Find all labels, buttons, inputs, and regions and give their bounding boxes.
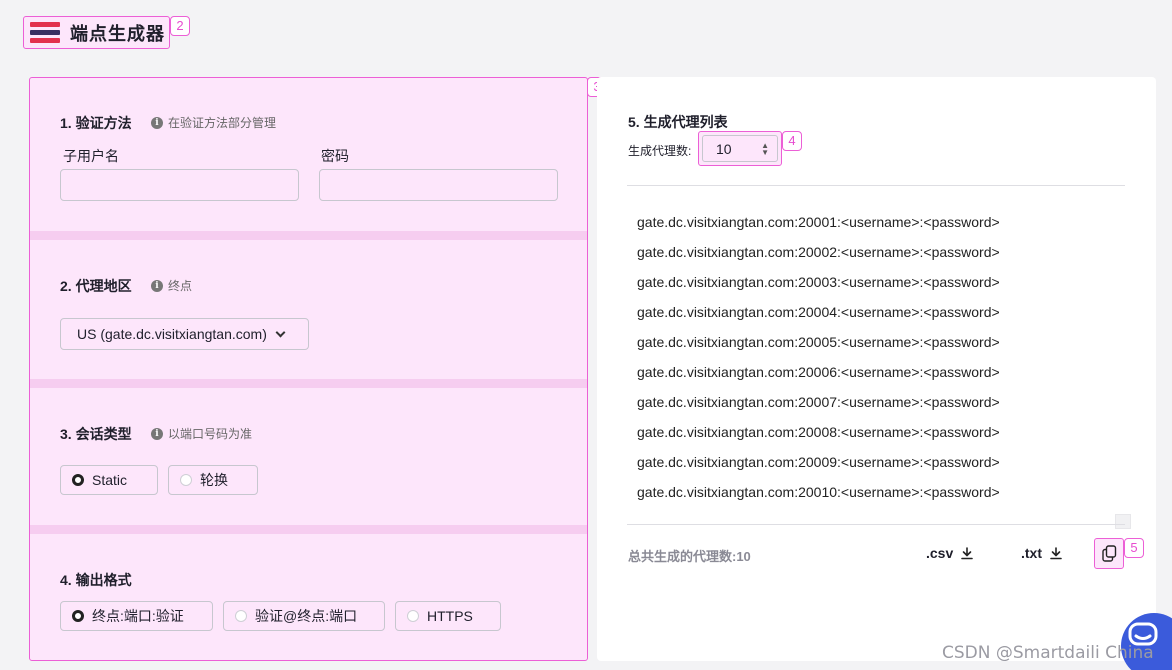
session-option-static[interactable]: Static (60, 465, 158, 495)
proxy-list-item: gate.dc.visitxiangtan.com:20006:<usernam… (637, 364, 1000, 380)
username-input[interactable] (60, 169, 299, 201)
total-proxies-label: 总共生成的代理数:10 (628, 549, 751, 564)
session-hint-text: 以端口号码为准 (168, 427, 253, 441)
session-option-rotating[interactable]: 轮换 (168, 465, 258, 495)
proxy-list-item: gate.dc.visitxiangtan.com:20008:<usernam… (637, 424, 1000, 440)
proxy-list-panel: 5. 生成代理列表 生成代理数: 10 ▲ ▼ 4 gate.dc.visitxi… (597, 77, 1156, 661)
session-option-label: Static (92, 472, 128, 488)
number-stepper-icon[interactable]: ▲ ▼ (761, 141, 769, 156)
annotation-badge: 2 (170, 16, 190, 36)
copy-icon (1101, 545, 1116, 562)
proxy-list-item: gate.dc.visitxiangtan.com:20003:<usernam… (637, 274, 1000, 290)
download-txt-label: .txt (1021, 545, 1042, 561)
auth-hint: i 在验证方法部分管理 (151, 114, 276, 131)
info-icon: i (151, 279, 163, 292)
annotation-badge: 4 (782, 131, 802, 151)
format-option-auth-endpoint-port[interactable]: 验证@终点:端口 (223, 601, 385, 631)
config-panel: 1. 验证方法 i 在验证方法部分管理 子用户名 密码 2. 代理地区 i 终点… (29, 77, 588, 661)
radio-selected-icon (72, 610, 84, 622)
download-icon (961, 546, 974, 559)
region-title: 2. 代理地区 (60, 278, 132, 294)
region-hint: i 终点 (151, 277, 192, 294)
section-divider (30, 379, 587, 388)
format-option-https[interactable]: HTTPS (395, 601, 501, 631)
info-icon: i (151, 427, 163, 440)
proxy-list-item: gate.dc.visitxiangtan.com:20004:<usernam… (637, 304, 1000, 320)
proxy-list-title: 5. 生成代理列表 (628, 114, 728, 130)
proxy-list-item: gate.dc.visitxiangtan.com:20007:<usernam… (637, 394, 1000, 410)
proxy-list-item: gate.dc.visitxiangtan.com:20001:<usernam… (637, 214, 1000, 230)
region-hint-text: 终点 (168, 279, 193, 293)
format-option-label: 终点:端口:验证 (92, 608, 184, 624)
format-title: 4. 输出格式 (60, 572, 132, 588)
divider (627, 524, 1125, 525)
annotation-badge: 5 (1124, 538, 1144, 558)
region-select-value: US (gate.dc.visitxiangtan.com) (77, 326, 267, 342)
proxy-count-label: 生成代理数: (628, 144, 692, 158)
auth-section: 1. 验证方法 i 在验证方法部分管理 子用户名 密码 (30, 78, 587, 231)
page-title: 端点生成器 (70, 23, 165, 44)
proxy-list-item: gate.dc.visitxiangtan.com:20002:<usernam… (637, 244, 1000, 260)
proxy-count-input[interactable]: 10 ▲ ▼ (698, 131, 782, 166)
download-txt-button[interactable]: .txt (1021, 545, 1062, 561)
proxy-list: gate.dc.visitxiangtan.com:20001:<usernam… (637, 212, 1000, 512)
format-option-endpoint-port-auth[interactable]: 终点:端口:验证 (60, 601, 213, 631)
download-csv-label: .csv (926, 545, 954, 561)
download-csv-button[interactable]: .csv (926, 545, 974, 561)
radio-unselected-icon (407, 610, 419, 622)
chevron-down-icon (275, 327, 286, 337)
auth-title: 1. 验证方法 (60, 115, 132, 131)
password-label: 密码 (321, 148, 349, 164)
radio-unselected-icon (235, 610, 247, 622)
username-label: 子用户名 (63, 148, 119, 164)
proxy-list-item: gate.dc.visitxiangtan.com:20010:<usernam… (637, 484, 1000, 500)
download-icon (1050, 546, 1062, 559)
radio-unselected-icon (180, 474, 192, 486)
proxy-count-value: 10 (716, 140, 732, 157)
password-input[interactable] (319, 169, 558, 201)
hamburger-menu-icon[interactable] (30, 21, 60, 45)
format-option-label: 验证@终点:端口 (255, 608, 358, 624)
divider (627, 185, 1125, 186)
app-header: 端点生成器 (23, 16, 170, 49)
section-divider (30, 231, 587, 240)
format-option-label: HTTPS (427, 608, 473, 624)
info-icon: i (151, 116, 163, 129)
auth-hint-text: 在验证方法部分管理 (168, 116, 277, 130)
watermark: CSDN @Smartdaili China (942, 643, 1154, 663)
proxy-list-item: gate.dc.visitxiangtan.com:20005:<usernam… (637, 334, 1000, 350)
scrollbar-handle[interactable] (1115, 514, 1131, 529)
radio-selected-icon (72, 474, 84, 486)
session-option-label: 轮换 (200, 472, 228, 488)
section-divider (30, 525, 587, 534)
proxy-list-item: gate.dc.visitxiangtan.com:20009:<usernam… (637, 454, 1000, 470)
session-hint: i 以端口号码为准 (151, 425, 252, 442)
copy-button[interactable] (1094, 538, 1124, 569)
region-select[interactable]: US (gate.dc.visitxiangtan.com) (60, 318, 309, 350)
session-title: 3. 会话类型 (60, 426, 132, 442)
